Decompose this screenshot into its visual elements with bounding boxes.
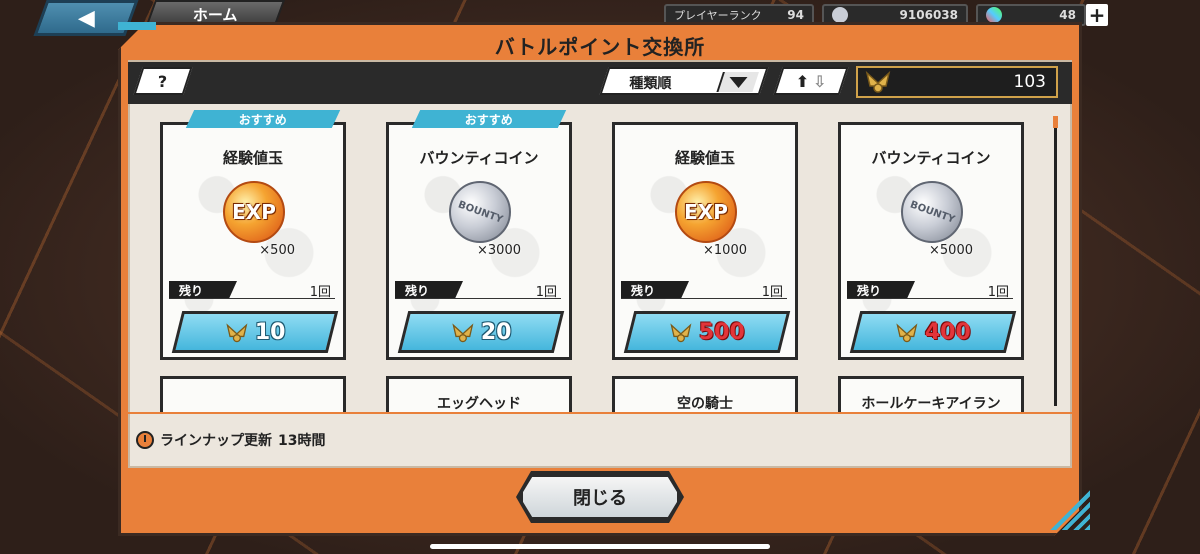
item-name: 経験値玉 — [674, 149, 735, 167]
item-quantity: ×5000 — [929, 243, 973, 258]
recommended-badge: おすすめ — [185, 110, 341, 128]
lineup-update: ラインナップ更新 13時間 — [136, 430, 325, 450]
battle-point-icon — [226, 322, 248, 342]
exchange-button[interactable]: 400 — [849, 311, 1017, 353]
battle-points-value: 103 — [1013, 72, 1046, 92]
dialog-header: バトルポイント交換所 — [128, 28, 1072, 62]
item-card[interactable] — [160, 376, 346, 412]
item-name: エッグヘッド — [437, 396, 521, 412]
battle-point-icon — [670, 322, 692, 342]
item-quantity: ×500 — [259, 243, 295, 258]
battle-point-icon — [452, 322, 474, 342]
remaining-label: 残り — [395, 281, 463, 299]
item-card[interactable]: ホールケーキアイラン — [838, 376, 1024, 412]
remaining-value: 1回 — [309, 285, 331, 300]
remaining-row: 残り 1回 — [169, 281, 335, 300]
coin-icon — [832, 7, 848, 23]
item-card[interactable]: 空の騎士 — [612, 376, 798, 412]
exp-orb-icon: EXP — [675, 181, 737, 243]
item-quantity: ×1000 — [703, 243, 747, 258]
remaining-label: 残り — [847, 281, 915, 299]
item-card[interactable]: 経験値玉 EXP ×1000 残り 1回 500 — [612, 122, 798, 360]
remaining-row: 残り 1回 — [395, 281, 561, 300]
recommended-badge: おすすめ — [411, 110, 567, 128]
item-name: 空の騎士 — [677, 396, 733, 412]
sort-dropdown[interactable]: 種類順 — [599, 67, 769, 95]
back-button[interactable]: ◀ — [33, 0, 139, 36]
cost-value: 10 — [254, 319, 286, 345]
chevron-down-icon — [716, 72, 759, 92]
battle-point-icon — [865, 70, 891, 93]
timer-icon — [136, 431, 154, 449]
home-indicator[interactable] — [430, 544, 770, 549]
item-quantity: ×3000 — [477, 243, 521, 258]
arrow-up-icon: ⬆ — [795, 71, 809, 91]
remaining-label: 残り — [621, 281, 689, 299]
arrow-down-icon: ⇩ — [813, 71, 827, 91]
item-card[interactable]: エッグヘッド — [386, 376, 572, 412]
scrollbar-thumb[interactable] — [1053, 116, 1058, 128]
lineup-time: 13時間 — [278, 433, 326, 449]
item-name: バウンティコイン — [871, 149, 991, 167]
item-card[interactable]: 経験値玉 EXP ×500 残り 1回 10 — [160, 122, 346, 360]
exp-orb-icon: EXP — [223, 181, 285, 243]
close-button[interactable]: 閉じる — [520, 474, 680, 520]
sort-order-button[interactable]: ⬆ ⇩ — [773, 67, 849, 95]
left-arrow-icon: ◀ — [77, 5, 95, 31]
item-name: 経験値玉 — [222, 149, 283, 167]
help-button[interactable]: ? — [133, 67, 193, 95]
remaining-value: 1回 — [987, 285, 1009, 300]
item-card[interactable]: バウンティコイン BOUNTY ×5000 残り 1回 400 — [838, 122, 1024, 360]
bounty-coin-icon: BOUNTY — [901, 181, 963, 243]
item-name: バウンティコイン — [419, 149, 539, 167]
remaining-row: 残り 1回 — [621, 281, 787, 300]
dialog-title: バトルポイント交換所 — [494, 34, 706, 59]
item-card[interactable]: バウンティコイン BOUNTY ×3000 残り 1回 20 — [386, 122, 572, 360]
cost-value: 400 — [925, 319, 971, 345]
lineup-label: ラインナップ更新 — [160, 433, 272, 449]
cost-value: 500 — [699, 319, 745, 345]
gem-icon — [986, 7, 1002, 23]
remaining-label: 残り — [169, 281, 237, 299]
remaining-value: 1回 — [761, 285, 783, 300]
remaining-value: 1回 — [535, 285, 557, 300]
bounty-coin-icon: BOUNTY — [449, 181, 511, 243]
cost-value: 20 — [480, 319, 512, 345]
scrollbar[interactable] — [1054, 116, 1057, 406]
exchange-button[interactable]: 10 — [171, 311, 339, 353]
exchange-button[interactable]: 500 — [623, 311, 791, 353]
battle-points-display: 103 — [856, 66, 1058, 98]
add-gems-button[interactable]: + — [1086, 3, 1108, 27]
battle-point-icon — [896, 322, 918, 342]
exchange-button[interactable]: 20 — [397, 311, 565, 353]
item-name: ホールケーキアイラン — [861, 396, 1001, 412]
remaining-row: 残り 1回 — [847, 281, 1013, 300]
item-list: 経験値玉 EXP ×500 残り 1回 10 バウンティコイン BOUNTY ×… — [128, 106, 1072, 414]
sort-label: 種類順 — [629, 76, 672, 92]
